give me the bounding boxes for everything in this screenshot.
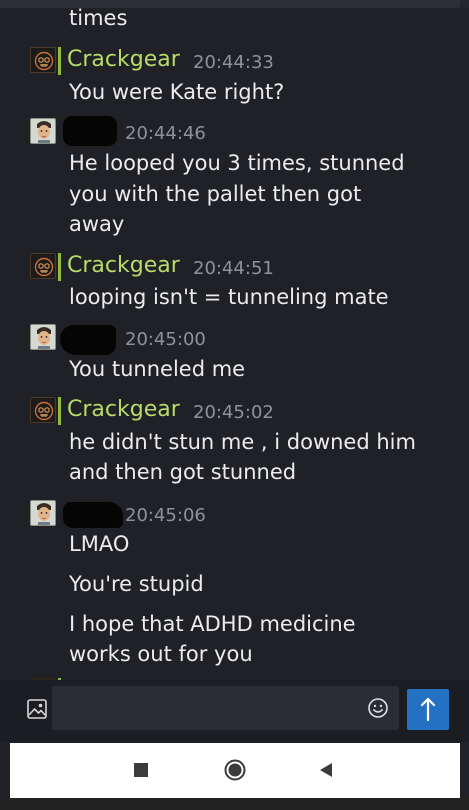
username[interactable]: Crackgear [67, 46, 180, 74]
face-photo-icon [31, 501, 55, 525]
timestamp: 20:45:00 [125, 329, 206, 350]
smiley-icon [368, 698, 388, 718]
skull-icon [34, 401, 54, 421]
skull-icon [34, 51, 54, 71]
face-photo-icon [31, 119, 55, 143]
crackgear-avatar[interactable] [30, 397, 56, 423]
message-line: You're stupid [69, 572, 204, 596]
message-line: He looped you 3 times, stunned [69, 151, 405, 175]
message-line: away [69, 212, 125, 236]
message-line: he didn't stun me , i downed him [69, 430, 416, 454]
message-line: You were Kate right? [69, 80, 285, 104]
chat-log[interactable]: times Crackgear 20:44:33 You were Kate r… [0, 0, 469, 680]
timestamp: 20:44:46 [125, 123, 206, 144]
user-avatar[interactable] [30, 500, 56, 526]
home-circle-glyph [224, 759, 246, 781]
arrow-up-icon [420, 697, 436, 722]
message-line: times [69, 6, 128, 30]
message-line: You tunneled me [69, 357, 246, 381]
user-avatar[interactable] [30, 324, 56, 350]
message-line: I hope that ADHD medicine [69, 612, 356, 636]
status-bar [58, 397, 61, 425]
back-triangle-glyph [320, 763, 332, 777]
timestamp: 20:44:51 [193, 258, 274, 279]
status-bar [58, 47, 61, 75]
crackgear-avatar[interactable] [30, 253, 56, 279]
emoji-button[interactable] [367, 697, 389, 719]
status-bar [58, 253, 61, 281]
username[interactable]: Crackgear [67, 252, 180, 280]
timestamp: 20:45:06 [125, 505, 206, 526]
redacted-username [60, 325, 116, 355]
back-triangle-icon[interactable] [318, 761, 334, 779]
user-avatar[interactable] [30, 118, 56, 144]
image-icon [27, 699, 47, 719]
image-upload-button[interactable] [26, 698, 48, 720]
recents-square-icon[interactable] [134, 763, 148, 777]
crackgear-avatar[interactable] [30, 47, 56, 73]
bottom-edge [0, 798, 469, 810]
timestamp: 20:45:02 [193, 402, 274, 423]
message-input[interactable] [52, 686, 399, 730]
message-line: works out for you [69, 642, 253, 666]
message-line: looping isn't = tunneling mate [69, 285, 389, 309]
timestamp: 20:44:33 [193, 52, 274, 73]
redacted-username [63, 502, 123, 528]
message-line: and then got stunned [69, 460, 297, 484]
skull-icon [34, 257, 54, 277]
redacted-username [63, 116, 117, 146]
send-button[interactable] [407, 689, 449, 730]
face-photo-icon [31, 325, 55, 349]
username[interactable]: Crackgear [67, 396, 180, 424]
home-circle-icon[interactable] [224, 759, 246, 781]
message-line: you with the pallet then got [69, 182, 362, 206]
message-line: LMAO [69, 532, 130, 556]
